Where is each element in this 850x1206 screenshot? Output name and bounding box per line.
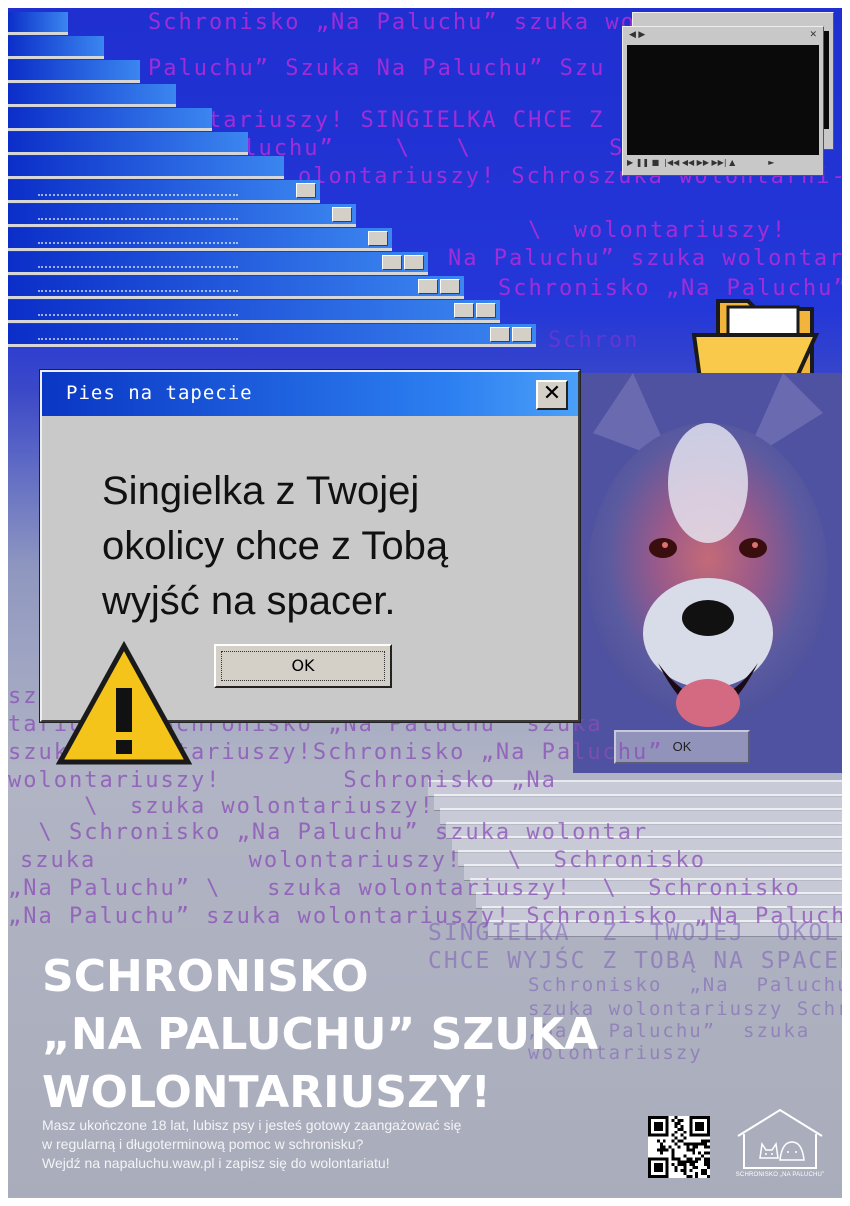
folder-icon <box>691 299 820 381</box>
media-player-window: ◀ ▶ ✕ ▶ ❚❚ ■ |◀◀ ◀◀ ▶▶ ▶▶| ▲ ► <box>622 26 824 176</box>
player-controls: ▶ ❚❚ ■ |◀◀ ◀◀ ▶▶ ▶▶| ▲ ► <box>627 158 775 167</box>
ok-button-focus-ring <box>221 651 385 681</box>
bg-text-line: aluchu” \ \ Sch <box>228 136 655 161</box>
qr-code-icon[interactable] <box>648 1116 710 1178</box>
bg-text-line: \ szuka wolontariuszy! <box>8 794 435 819</box>
body-line-3: Wejdź na napaluchu.waw.pl i zapisz się d… <box>42 1155 390 1171</box>
stacked-window-bar <box>8 228 392 251</box>
stacked-window-bar <box>8 276 464 299</box>
bg-text-line: Na Paluchu” szuka wolontar <box>448 246 842 271</box>
bg-text-line: \ wolontariuszy! <box>528 218 788 243</box>
headline-line-3: WOLONTARIUSZY! <box>42 1067 491 1118</box>
player-close-icon: ✕ <box>809 29 817 39</box>
shelter-logo-graphic <box>737 1108 823 1169</box>
close-button[interactable]: ✕ <box>536 380 568 410</box>
bg-text-line: szuka wolontariuszy! \ Schronisko <box>20 848 707 873</box>
stacked-window-bar <box>8 180 320 203</box>
dialog-message: Singielka z Twojej okolicy chce z Tobą w… <box>102 469 449 623</box>
stacked-window-bar <box>8 300 500 323</box>
bg-text-line: sz <box>8 684 39 709</box>
ok-button[interactable]: OK <box>214 644 392 688</box>
dialog-title-bar[interactable]: Pies na tapecie <box>42 372 578 416</box>
stacked-window-bar <box>8 324 536 347</box>
stacked-window-bar <box>8 60 140 83</box>
bg-text-line: „Na Paluchu” \ szuka wolontariuszy! \ Sc… <box>8 876 801 901</box>
ghost-text-line: SINGIELKA Z TWOJEJ OKOLICY <box>428 920 842 946</box>
stacked-window-bar <box>8 12 68 35</box>
bg-text-line: Paluchu” Szuka Na Paluchu” Szu <box>148 56 606 81</box>
stacked-window-bar <box>8 84 176 107</box>
player-title-icon: ◀ ▶ <box>629 29 646 39</box>
dialog-title: Pies na tapecie <box>66 382 253 404</box>
poster: Schronisko „Na Paluchu” szuka wolon Palu… <box>8 8 842 1198</box>
stacked-window-bar <box>8 252 428 275</box>
warning-icon <box>55 640 193 765</box>
body-line-2: w regularną i długoterminową pomoc w sch… <box>42 1136 364 1152</box>
bg-text-line: \ Schronisko „Na Paluchu” szuka wolontar <box>8 820 649 845</box>
body-line-1: Masz ukończone 18 lat, lubisz psy i jest… <box>42 1117 462 1133</box>
bg-text-line: Schronisko „Na Paluchu” szuka wolon <box>148 10 682 35</box>
headline-line-1: SCHRONISKO <box>42 951 369 1002</box>
body-text: Masz ukończone 18 lat, lubisz psy i jest… <box>42 1116 602 1173</box>
shelter-logo-icon: SCHRONISKO „NA PALUCHU” <box>732 1106 828 1186</box>
stacked-window-bar <box>8 204 356 227</box>
stacked-window-bar <box>8 132 248 155</box>
bg-text-line: tariuszy! SINGIELKA CHCE Z <box>208 108 605 133</box>
stacked-window-bar <box>8 36 104 59</box>
bg-text-line: wolontariuszy! Schronisko „Na <box>8 768 557 793</box>
stacked-window-bar <box>8 108 212 131</box>
headline: SCHRONISKO „NA PALUCHU” SZUKA WOLONTARIU… <box>42 948 598 1122</box>
stacked-window-bar <box>8 156 284 179</box>
headline-line-2: „NA PALUCHU” SZUKA <box>42 1009 599 1060</box>
logo-caption: SCHRONISKO „NA PALUCHU” <box>735 1172 825 1178</box>
dog-photo <box>573 373 842 773</box>
